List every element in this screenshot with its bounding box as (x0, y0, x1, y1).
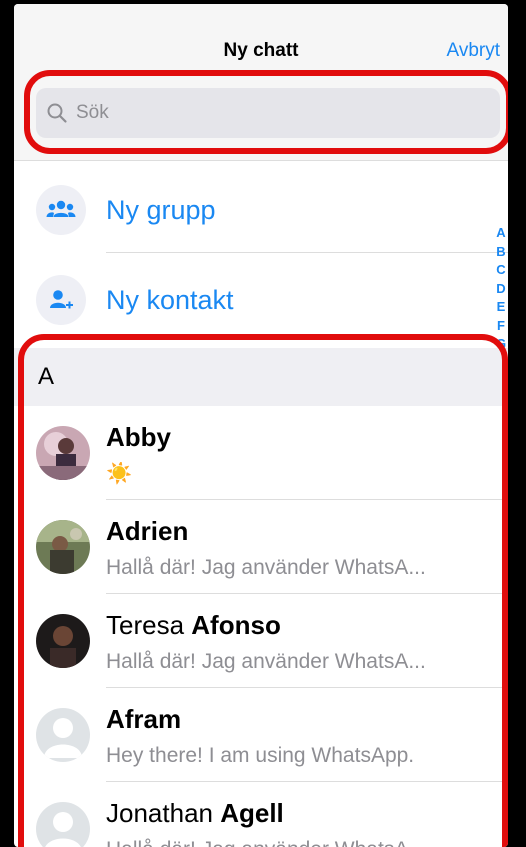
contact-row[interactable]: Adrien Hallå där! Jag använder WhatsA... (14, 500, 508, 594)
index-letter-d[interactable]: D (496, 280, 505, 299)
contact-row[interactable]: Afram Hey there! I am using WhatsApp. (14, 688, 508, 782)
new-contact-label: Ny kontakt (106, 284, 234, 315)
default-avatar-icon (36, 802, 90, 847)
section-header-a: A (14, 348, 508, 406)
new-chat-screen: Ny chatt Avbryt Ny grupp (14, 4, 508, 847)
contact-row[interactable]: Jonathan Agell Hallå där! Jag använder W… (14, 782, 508, 847)
add-contact-icon (36, 275, 86, 325)
contact-status: Hallå där! Jag använder WhatsA... (106, 650, 426, 673)
search-input[interactable] (74, 101, 478, 125)
default-avatar-icon (36, 708, 90, 762)
contact-status: Hallå där! Jag använder WhatsA... (106, 838, 426, 847)
contact-status: ☀️ (106, 462, 133, 485)
contact-name: Abby (106, 422, 171, 452)
contact-row[interactable]: Abby ☀️ (14, 406, 508, 500)
contact-row[interactable]: Teresa Afonso Hallå där! Jag använder Wh… (14, 594, 508, 688)
group-icon (36, 185, 86, 235)
search-icon (47, 103, 67, 123)
contact-name: Teresa Afonso (106, 610, 281, 640)
contact-status: Hey there! I am using WhatsApp. (106, 744, 415, 767)
header-divider (14, 160, 508, 161)
header-area: Ny chatt Avbryt (14, 4, 508, 160)
contact-name: Afram (106, 704, 182, 734)
new-contact-button[interactable]: Ny kontakt (14, 254, 508, 346)
search-bar[interactable] (36, 88, 500, 138)
contact-name: Adrien (106, 516, 189, 546)
index-letter-e[interactable]: E (497, 298, 506, 317)
index-letter-f[interactable]: F (497, 317, 505, 336)
cancel-button[interactable]: Avbryt (446, 40, 500, 62)
contact-status: Hallå där! Jag använder WhatsA... (106, 556, 426, 579)
contact-name: Jonathan Agell (106, 798, 284, 828)
new-group-button[interactable]: Ny grupp (14, 164, 508, 256)
avatar (36, 520, 90, 574)
new-group-label: Ny grupp (106, 194, 216, 225)
section-letter: A (38, 363, 55, 390)
avatar (36, 614, 90, 668)
index-letter-b[interactable]: B (496, 243, 505, 262)
page-title: Ny chatt (223, 40, 299, 61)
avatar (36, 426, 90, 480)
index-letter-a[interactable]: A (496, 224, 505, 243)
row-divider (106, 252, 508, 253)
index-letter-c[interactable]: C (496, 261, 505, 280)
alphabet-index[interactable]: A B C D E F G (494, 224, 508, 354)
